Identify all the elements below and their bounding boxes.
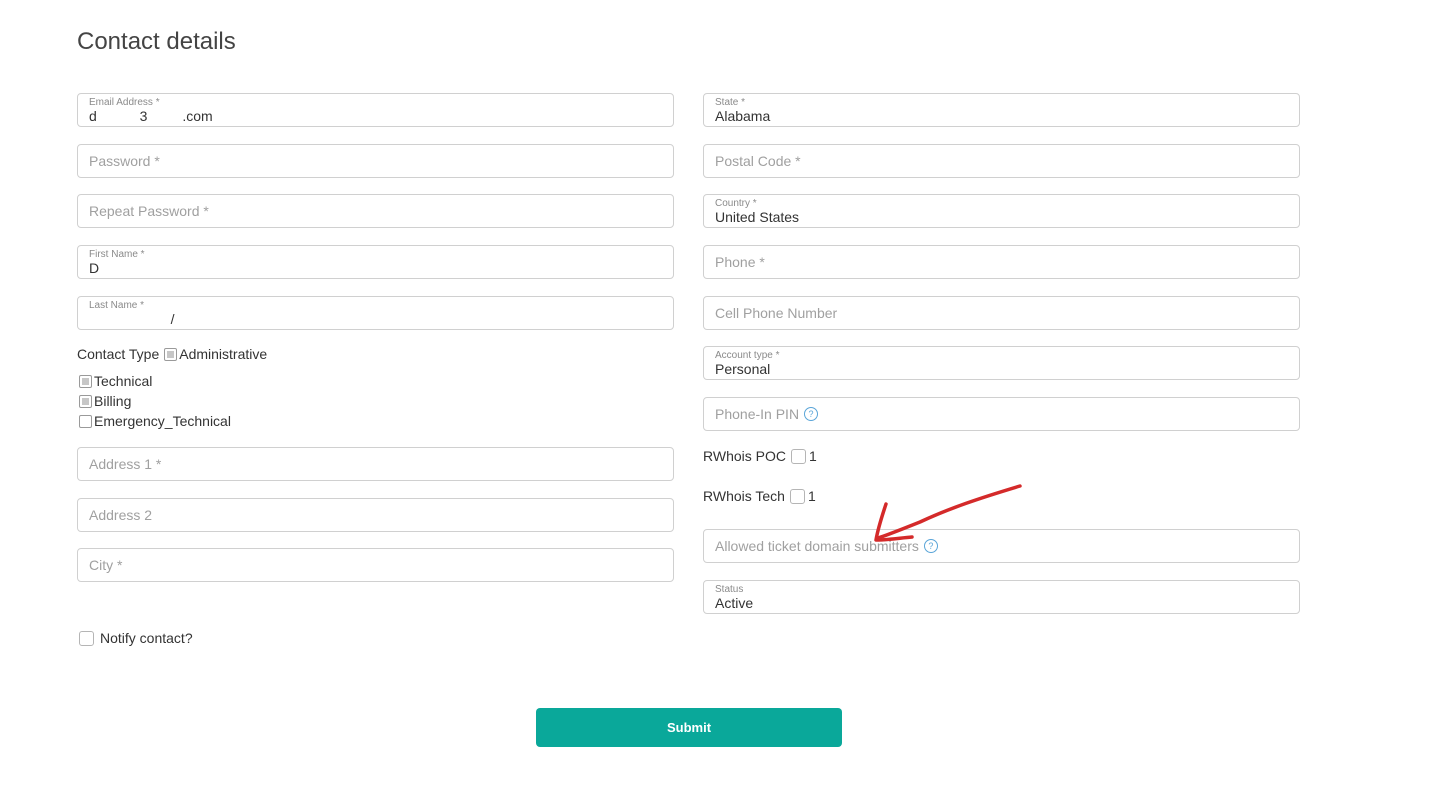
contact-type-emergency-row: Emergency_Technical	[79, 413, 231, 429]
repeat-password-field[interactable]: Repeat Password *	[77, 194, 674, 228]
account-type-field[interactable]: Account type * Personal	[703, 346, 1300, 380]
contact-type-billing-row: Billing	[79, 393, 131, 409]
status-label: Status	[715, 584, 744, 595]
cell-phone-field[interactable]: Cell Phone Number	[703, 296, 1300, 330]
contact-type-technical-row: Technical	[79, 373, 152, 389]
allowed-submitters-placeholder-wrap: Allowed ticket domain submitters ?	[715, 538, 938, 554]
contact-type-technical-checkbox[interactable]	[79, 374, 92, 388]
allowed-submitters-placeholder: Allowed ticket domain submitters	[715, 538, 919, 554]
contact-details-page: Contact details Email Address * d 3 .com…	[0, 0, 1429, 786]
rwhois-poc-row: RWhois POC 1	[703, 448, 817, 464]
status-value: Active	[715, 595, 754, 611]
city-field[interactable]: City *	[77, 548, 674, 582]
postal-code-placeholder: Postal Code *	[715, 153, 801, 169]
address1-field[interactable]: Address 1 *	[77, 447, 674, 481]
cell-phone-placeholder: Cell Phone Number	[715, 305, 838, 321]
contact-type-label: Contact Type	[77, 346, 160, 362]
phone-pin-placeholder: Phone-In PIN	[715, 406, 800, 422]
rwhois-poc-checkbox[interactable]	[790, 448, 806, 464]
contact-type-emergency-label: Emergency_Technical	[94, 413, 231, 429]
submit-button[interactable]: Submit	[536, 708, 842, 747]
notify-contact-row: Notify contact?	[79, 630, 193, 646]
password-placeholder: Password *	[89, 153, 160, 169]
first-name-field[interactable]: First Name * D	[77, 245, 674, 279]
phone-field[interactable]: Phone *	[703, 245, 1300, 279]
allowed-submitters-field[interactable]: Allowed ticket domain submitters ?	[703, 529, 1300, 563]
repeat-password-placeholder: Repeat Password *	[89, 203, 209, 219]
email-label: Email Address *	[89, 97, 160, 108]
phone-pin-help-icon[interactable]: ?	[804, 407, 819, 421]
phone-pin-placeholder-wrap: Phone-In PIN ?	[715, 406, 819, 422]
contact-type-technical-label: Technical	[94, 373, 153, 389]
first-name-label: First Name *	[89, 249, 145, 260]
contact-type-emergency-checkbox[interactable]	[79, 414, 92, 428]
password-field[interactable]: Password *	[77, 144, 674, 178]
state-value: Alabama	[715, 108, 771, 124]
email-field[interactable]: Email Address * d 3 .com	[77, 93, 674, 127]
page-title: Contact details	[77, 28, 236, 55]
phone-pin-field[interactable]: Phone-In PIN ?	[703, 397, 1300, 431]
state-label: State *	[715, 97, 746, 108]
contact-type-administrative-checkbox[interactable]	[164, 347, 178, 361]
allowed-submitters-help-icon[interactable]: ?	[923, 539, 938, 553]
rwhois-tech-label: RWhois Tech	[703, 488, 785, 504]
status-field[interactable]: Status Active	[703, 580, 1300, 614]
address2-placeholder: Address 2	[89, 507, 153, 523]
state-field[interactable]: State * Alabama	[703, 93, 1300, 127]
address2-field[interactable]: Address 2	[77, 498, 674, 532]
contact-type-row: Contact Type Administrative	[77, 346, 267, 362]
postal-code-field[interactable]: Postal Code *	[703, 144, 1300, 178]
last-name-value: /	[89, 311, 175, 327]
notify-contact-checkbox[interactable]	[79, 630, 94, 646]
phone-placeholder: Phone *	[715, 254, 765, 270]
account-type-value: Personal	[715, 361, 771, 377]
contact-type-billing-checkbox[interactable]	[79, 394, 92, 408]
contact-type-billing-label: Billing	[94, 393, 132, 409]
rwhois-poc-value-label: 1	[808, 448, 817, 464]
last-name-field[interactable]: Last Name * /	[77, 296, 674, 330]
city-placeholder: City *	[89, 557, 123, 573]
first-name-value: D	[89, 260, 100, 276]
country-field[interactable]: Country * United States	[703, 194, 1300, 228]
rwhois-poc-label: RWhois POC	[703, 448, 786, 464]
rwhois-tech-checkbox[interactable]	[789, 488, 805, 504]
rwhois-tech-row: RWhois Tech 1	[703, 488, 816, 504]
notify-contact-label: Notify contact?	[100, 630, 193, 646]
email-value: d 3 .com	[89, 108, 213, 124]
address1-placeholder: Address 1 *	[89, 456, 162, 472]
account-type-label: Account type *	[715, 350, 780, 361]
contact-type-administrative-label: Administrative	[179, 346, 268, 362]
country-value: United States	[715, 209, 800, 225]
last-name-label: Last Name *	[89, 300, 145, 311]
rwhois-tech-value-label: 1	[807, 488, 816, 504]
country-label: Country *	[715, 198, 757, 209]
